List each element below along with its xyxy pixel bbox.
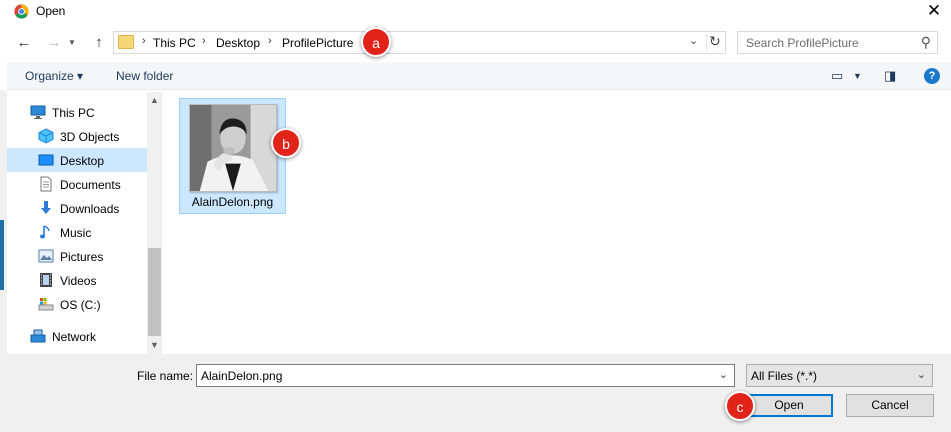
sidebar-item-label: Documents xyxy=(60,178,121,192)
file-type-value: All Files (*.*) xyxy=(751,369,818,383)
sidebar-item-videos[interactable]: Videos xyxy=(7,268,147,292)
breadcrumb-this-pc[interactable]: This PC xyxy=(153,36,196,50)
breadcrumb-profilepicture[interactable]: ProfilePicture xyxy=(282,36,353,50)
sidebar-item-label: Pictures xyxy=(60,250,104,264)
arrow-up-icon: ↑ xyxy=(95,34,103,51)
close-icon: ✕ xyxy=(926,1,942,20)
view-options-chevron-icon[interactable]: ▼ xyxy=(853,71,862,81)
sidebar-item-documents[interactable]: Documents xyxy=(7,172,147,196)
music-icon xyxy=(40,225,50,239)
sidebar-item-label: Downloads xyxy=(60,202,120,216)
new-folder-button[interactable]: New folder xyxy=(116,69,173,83)
sidebar-item-pictures[interactable]: Pictures xyxy=(7,244,147,268)
help-icon[interactable]: ? xyxy=(924,68,940,84)
title-bar: Open ✕ xyxy=(0,0,951,24)
file-name-label: AlainDelon.png xyxy=(191,195,274,209)
arrow-right-icon: → xyxy=(46,34,62,51)
sidebar-item-label: Desktop xyxy=(60,154,105,168)
sidebar-item-label: Network xyxy=(52,330,97,344)
breadcrumb-separator-icon: › xyxy=(268,35,272,47)
address-history-chevron-icon[interactable]: ⌄ xyxy=(689,34,698,47)
drive-icon xyxy=(38,298,54,311)
navigation-pane: This PC 3D Objects Desktop Documents Dow… xyxy=(7,92,147,354)
chevron-down-icon: ⌄ xyxy=(916,369,926,381)
download-icon xyxy=(41,201,51,214)
file-item-alaindelon[interactable]: AlainDelon.png xyxy=(179,98,286,214)
refresh-icon[interactable]: ↻ xyxy=(709,33,721,50)
scroll-down-icon[interactable]: ▼ xyxy=(147,337,162,354)
window-title: Open xyxy=(36,4,66,18)
divider xyxy=(706,34,707,51)
sidebar-item-label: 3D Objects xyxy=(60,130,120,144)
dialog-footer: File name: AlainDelon.png ⌄ All Files (*… xyxy=(0,354,951,432)
desktop-icon xyxy=(38,154,54,166)
change-view-icon[interactable]: ▭ xyxy=(831,68,843,84)
sidebar-item-music[interactable]: Music xyxy=(7,220,147,244)
callout-a: a xyxy=(361,27,391,57)
background-accent xyxy=(0,220,4,290)
file-name-field[interactable]: AlainDelon.png ⌄ xyxy=(196,364,735,387)
sidebar-item-label: This PC xyxy=(52,106,95,120)
picture-icon xyxy=(38,249,54,263)
forward-button[interactable]: → xyxy=(44,32,64,54)
breadcrumb-separator-icon: › xyxy=(142,35,146,47)
organize-menu[interactable]: Organize ▾ xyxy=(25,69,83,83)
chevron-down-icon: ▼ xyxy=(68,38,76,47)
sidebar-item-this-pc[interactable]: This PC xyxy=(7,100,147,124)
callout-b: b xyxy=(271,128,301,158)
up-button[interactable]: ↑ xyxy=(89,32,109,54)
document-icon xyxy=(40,176,52,192)
cancel-button[interactable]: Cancel xyxy=(846,394,934,417)
breadcrumb-desktop[interactable]: Desktop xyxy=(216,36,260,50)
arrow-left-icon: ← xyxy=(16,34,32,51)
chrome-icon xyxy=(14,4,29,19)
preview-pane-icon[interactable]: ◨ xyxy=(884,68,896,84)
search-icon: ⚲ xyxy=(920,34,931,50)
folder-icon xyxy=(118,35,134,49)
sidebar-item-os-c[interactable]: OS (C:) xyxy=(7,292,147,316)
recent-locations-button[interactable]: ▼ xyxy=(66,32,78,54)
callout-c: c xyxy=(725,391,755,421)
back-button[interactable]: ← xyxy=(14,32,34,54)
scrollbar-thumb[interactable] xyxy=(148,248,161,336)
address-bar[interactable]: › This PC › Desktop › ProfilePicture ⌄ ↻ xyxy=(113,31,726,54)
file-name-value: AlainDelon.png xyxy=(201,369,283,383)
search-placeholder: Search ProfilePicture xyxy=(746,36,859,50)
file-name-label: File name: xyxy=(137,369,194,383)
scroll-up-icon[interactable]: ▲ xyxy=(147,92,162,109)
video-icon xyxy=(40,273,52,287)
sidebar-item-network[interactable]: Network xyxy=(7,324,147,348)
chevron-down-icon[interactable]: ⌄ xyxy=(719,368,728,381)
close-button[interactable]: ✕ xyxy=(917,0,951,24)
breadcrumb-separator-icon: › xyxy=(202,35,206,47)
pc-icon xyxy=(30,105,46,119)
command-bar: Organize ▾ New folder ▭ ▼ ◨ ? xyxy=(7,62,951,90)
cube-icon xyxy=(38,128,54,144)
sidebar-item-desktop[interactable]: Desktop xyxy=(7,148,147,172)
navigation-pane-scrollbar[interactable]: ▲ ▼ xyxy=(147,92,162,354)
sidebar-item-label: Music xyxy=(60,226,92,240)
network-icon xyxy=(30,329,46,343)
sidebar-item-label: OS (C:) xyxy=(60,298,101,312)
sidebar-item-3d-objects[interactable]: 3D Objects xyxy=(7,124,147,148)
image-thumbnail xyxy=(189,104,277,192)
window-edge xyxy=(0,90,7,380)
sidebar-item-label: Videos xyxy=(60,274,97,288)
search-input[interactable]: Search ProfilePicture ⚲ xyxy=(737,31,938,54)
file-type-select[interactable]: All Files (*.*) ⌄ xyxy=(746,364,933,387)
open-button[interactable]: Open xyxy=(745,394,833,417)
sidebar-item-downloads[interactable]: Downloads xyxy=(7,196,147,220)
